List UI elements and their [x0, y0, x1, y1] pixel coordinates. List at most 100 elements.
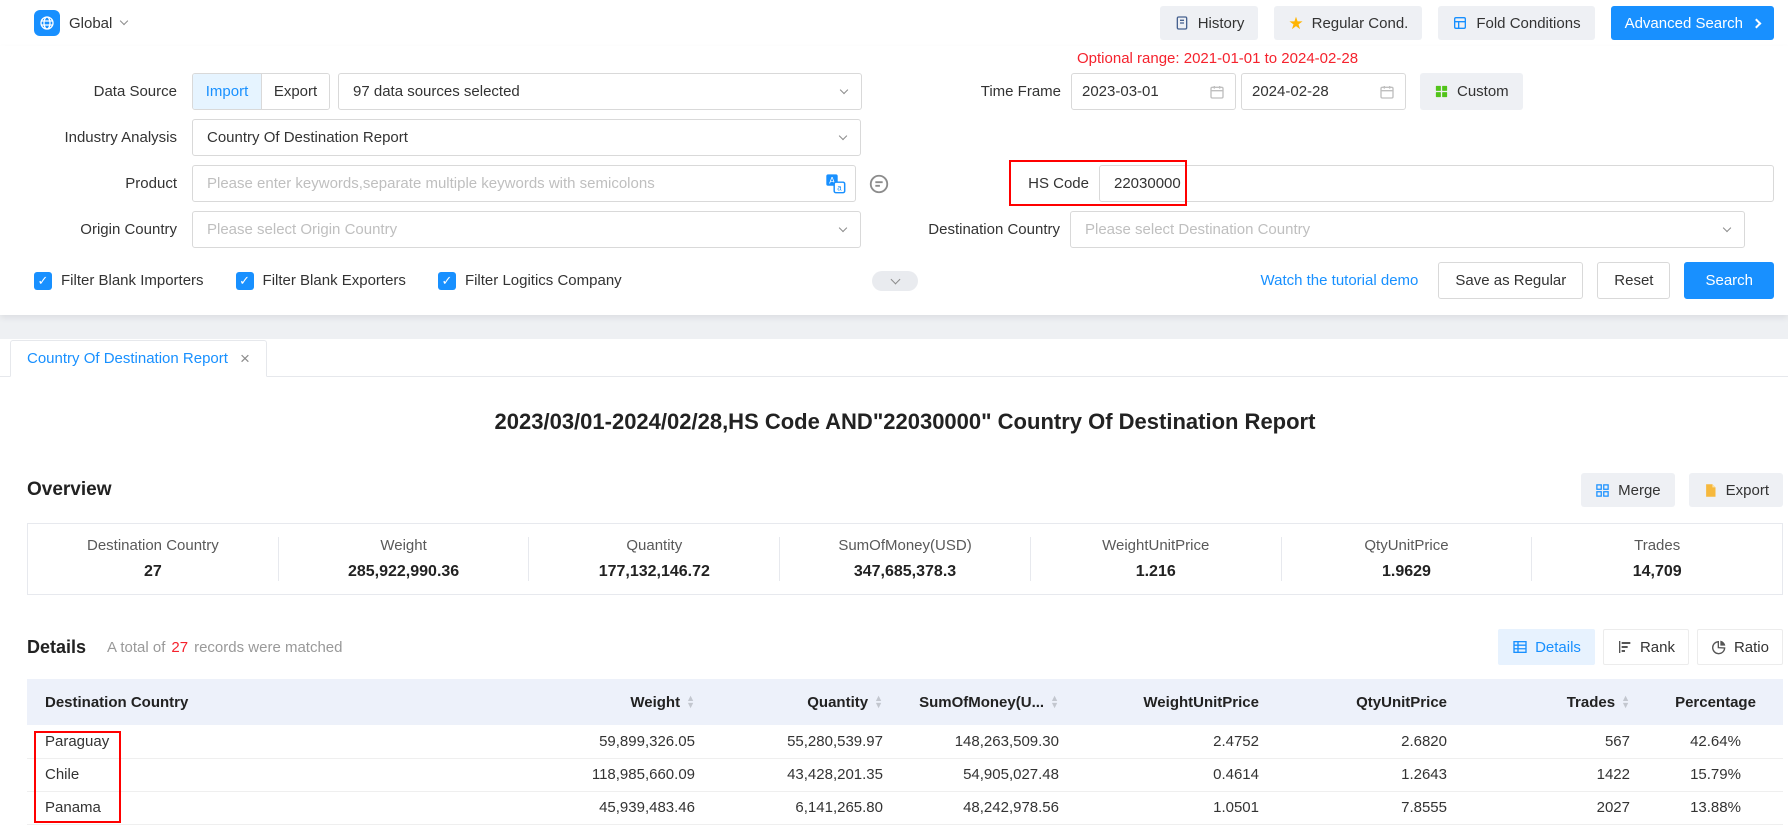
- cell-sum-of-money: 48,242,978.56: [901, 791, 1077, 824]
- sort-icon[interactable]: ▲▼: [686, 695, 695, 709]
- countries-row: Origin Country Please select Origin Coun…: [34, 211, 1774, 248]
- advanced-search-label: Advanced Search: [1625, 15, 1743, 32]
- stat-quantity: Quantity 177,132,146.72: [529, 537, 780, 581]
- cell-sum-of-money: 54,905,027.48: [901, 758, 1077, 791]
- merge-label: Merge: [1618, 482, 1661, 499]
- fold-conditions-button[interactable]: Fold Conditions: [1438, 6, 1594, 40]
- sort-icon[interactable]: ▲▼: [874, 695, 883, 709]
- col-header-label: Weight: [630, 694, 680, 711]
- col-header-destination-country: Destination Country: [27, 679, 524, 725]
- details-table-icon: [1512, 639, 1528, 655]
- custom-button[interactable]: Custom: [1420, 73, 1523, 110]
- end-date-picker[interactable]: [1241, 73, 1406, 110]
- start-date-picker[interactable]: [1071, 73, 1236, 110]
- col-header-trades[interactable]: Trades▲▼: [1465, 679, 1648, 725]
- import-toggle[interactable]: Import: [193, 74, 261, 109]
- export-button[interactable]: Export: [1689, 473, 1783, 507]
- view-ratio-button[interactable]: Ratio: [1697, 629, 1783, 665]
- export-label: Export: [1726, 482, 1769, 499]
- search-button[interactable]: Search: [1684, 262, 1774, 299]
- table-row[interactable]: Paraguay 59,899,326.05 55,280,539.97 148…: [27, 725, 1783, 758]
- regular-cond-label: Regular Cond.: [1312, 15, 1409, 32]
- collapse-toggle[interactable]: [872, 271, 918, 291]
- stat-label: Destination Country: [28, 537, 278, 554]
- save-as-regular-button[interactable]: Save as Regular: [1438, 262, 1583, 299]
- stat-sum-of-money: SumOfMoney(USD) 347,685,378.3: [780, 537, 1031, 581]
- industry-analysis-value: Country Of Destination Report: [207, 129, 832, 146]
- industry-analysis-row: Industry Analysis Country Of Destination…: [34, 119, 1774, 156]
- start-date-input[interactable]: [1082, 83, 1203, 100]
- report-content: 2023/03/01-2024/02/28,HS Code AND"220300…: [0, 409, 1788, 825]
- chevron-down-icon: [1723, 223, 1731, 231]
- svg-text:a: a: [837, 184, 842, 193]
- reset-button[interactable]: Reset: [1597, 262, 1670, 299]
- checkbox-checked-icon: ✓: [236, 272, 254, 290]
- col-header-label: Quantity: [807, 694, 868, 711]
- tab-country-of-destination-report[interactable]: Country Of Destination Report ×: [10, 340, 267, 377]
- sort-icon[interactable]: ▲▼: [1621, 695, 1630, 709]
- cell-qty-unit-price: 1.2643: [1277, 758, 1465, 791]
- time-frame-label: Time Frame: [885, 83, 1061, 100]
- language-circle-icon[interactable]: [868, 173, 890, 195]
- hs-code-label: HS Code: [913, 175, 1089, 192]
- star-icon: ★: [1288, 15, 1303, 32]
- stat-label: Trades: [1532, 537, 1782, 554]
- cell-country: Chile: [27, 758, 524, 791]
- cell-percentage: 42.64%: [1648, 725, 1783, 758]
- details-header-row: Details A total of27records were matched…: [27, 629, 1783, 665]
- col-header-weight[interactable]: Weight ▲▼: [524, 679, 713, 725]
- view-rank-button[interactable]: Rank: [1603, 629, 1689, 665]
- panel-gap: [0, 315, 1788, 339]
- optional-range-text: Optional range: 2021-01-01 to 2024-02-28: [1077, 50, 1358, 67]
- overview-actions: Merge Export: [1581, 473, 1783, 507]
- hs-code-input[interactable]: [1114, 175, 1759, 192]
- stat-value: 27: [28, 563, 278, 581]
- region-selector[interactable]: Global: [34, 10, 127, 36]
- details-table: Destination Country Weight▲▼ Quantity▲▼ …: [27, 679, 1783, 825]
- chevron-down-icon: [890, 275, 900, 285]
- cell-weight: 59,899,326.05: [524, 725, 713, 758]
- data-source-select[interactable]: 97 data sources selected: [338, 73, 862, 110]
- tutorial-link[interactable]: Watch the tutorial demo: [1261, 272, 1419, 289]
- regular-cond-button[interactable]: ★ Regular Cond.: [1274, 6, 1422, 40]
- tab-bar: Country Of Destination Report ×: [0, 339, 1788, 377]
- filter-blank-exporters-checkbox[interactable]: ✓ Filter Blank Exporters: [236, 272, 406, 290]
- sort-icon[interactable]: ▲▼: [1050, 695, 1059, 709]
- filter-blank-importers-checkbox[interactable]: ✓ Filter Blank Importers: [34, 272, 204, 290]
- overview-stats: Destination Country 27 Weight 285,922,99…: [27, 523, 1783, 595]
- table-row[interactable]: Chile 118,985,660.09 43,428,201.35 54,90…: [27, 758, 1783, 791]
- filter-label: Filter Blank Exporters: [263, 272, 406, 289]
- stat-trades: Trades 14,709: [1532, 537, 1782, 581]
- stat-qty-unit-price: QtyUnitPrice 1.9629: [1282, 537, 1533, 581]
- stat-label: Weight: [279, 537, 529, 554]
- destination-country-placeholder: Please select Destination Country: [1085, 221, 1716, 238]
- destination-country-label: Destination Country: [884, 221, 1060, 238]
- cell-qty-unit-price: 7.8555: [1277, 791, 1465, 824]
- search-panel: Optional range: 2021-01-01 to 2024-02-28…: [0, 46, 1788, 315]
- filters-row: ✓ Filter Blank Importers ✓ Filter Blank …: [34, 262, 1774, 299]
- translate-icon[interactable]: Aa: [825, 173, 846, 194]
- col-header-quantity[interactable]: Quantity ▲▼: [713, 679, 901, 725]
- history-button[interactable]: History: [1160, 6, 1259, 40]
- export-toggle[interactable]: Export: [261, 74, 329, 109]
- filter-label: Filter Logitics Company: [465, 272, 622, 289]
- close-icon[interactable]: ×: [240, 350, 250, 367]
- form-actions: Watch the tutorial demo Save as Regular …: [1261, 262, 1774, 299]
- ratio-pie-icon: [1711, 639, 1727, 655]
- custom-grid-icon: [1434, 84, 1449, 99]
- col-header-sum-of-money[interactable]: SumOfMoney(U...▲▼: [901, 679, 1077, 725]
- product-input[interactable]: [207, 175, 813, 192]
- industry-analysis-select[interactable]: Country Of Destination Report: [192, 119, 861, 156]
- origin-country-label: Origin Country: [34, 221, 177, 238]
- history-icon: [1174, 15, 1190, 31]
- filter-logitics-company-checkbox[interactable]: ✓ Filter Logitics Company: [438, 272, 622, 290]
- destination-country-select[interactable]: Please select Destination Country: [1070, 211, 1745, 248]
- merge-button[interactable]: Merge: [1581, 473, 1675, 507]
- advanced-search-button[interactable]: Advanced Search: [1611, 6, 1774, 40]
- rank-bars-icon: [1617, 639, 1633, 655]
- table-row[interactable]: Panama 45,939,483.46 6,141,265.80 48,242…: [27, 791, 1783, 824]
- origin-country-select[interactable]: Please select Origin Country: [192, 211, 861, 248]
- data-source-toggle: Import Export: [192, 73, 330, 110]
- end-date-input[interactable]: [1252, 83, 1373, 100]
- view-details-button[interactable]: Details: [1498, 629, 1595, 665]
